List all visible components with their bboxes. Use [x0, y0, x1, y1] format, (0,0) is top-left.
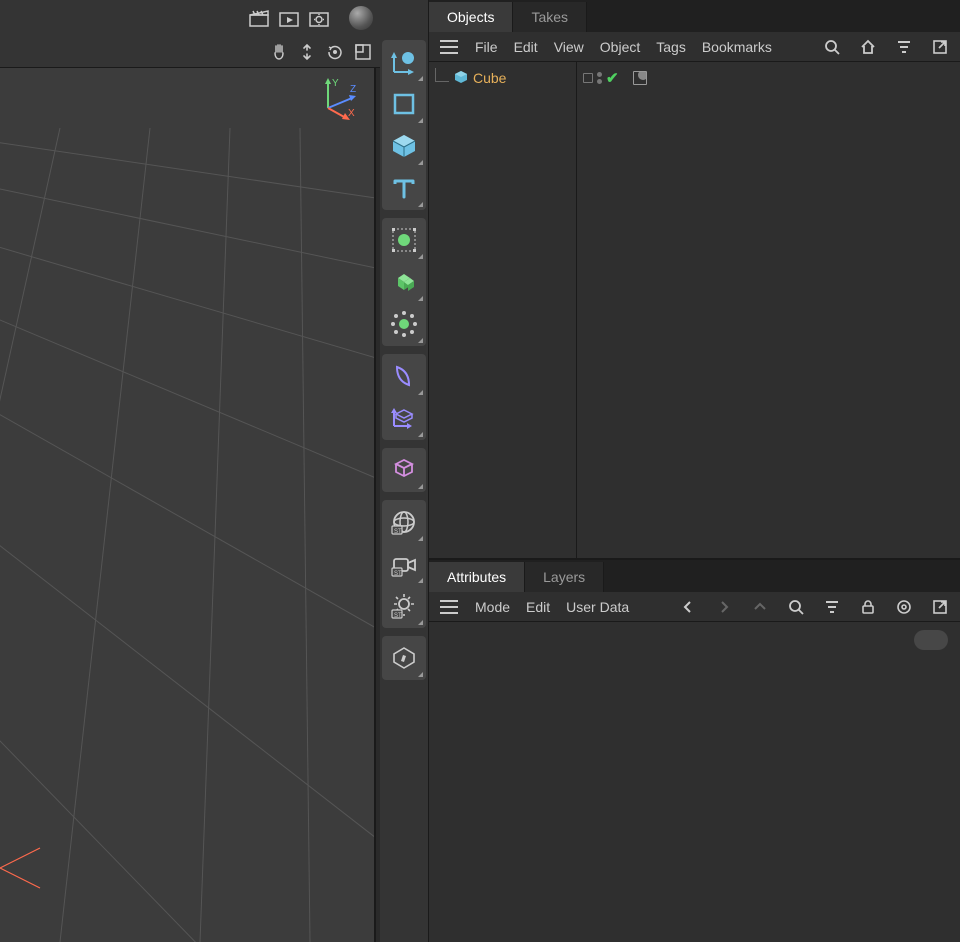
plane-tool[interactable] — [384, 84, 424, 124]
lock-icon[interactable] — [858, 597, 878, 617]
cube-icon — [453, 70, 469, 86]
note-tool[interactable] — [384, 638, 424, 678]
nav-up-icon[interactable] — [750, 597, 770, 617]
hamburger-icon[interactable] — [439, 597, 459, 617]
tab-layers[interactable]: Layers — [525, 562, 604, 592]
attr-search-icon[interactable] — [786, 597, 806, 617]
gear-clapper-icon[interactable] — [306, 5, 332, 31]
palette-group-scene: ST ST ST — [382, 500, 426, 628]
attribute-pill — [914, 630, 948, 650]
field-tool[interactable] — [384, 450, 424, 490]
tab-attributes[interactable]: Attributes — [429, 562, 525, 592]
object-tree[interactable]: Cube ✔ — [429, 62, 960, 558]
light-tool[interactable]: ST — [384, 586, 424, 626]
subdivision-tool[interactable] — [384, 220, 424, 260]
search-icon[interactable] — [822, 37, 842, 57]
camera-tool[interactable]: ST — [384, 544, 424, 584]
play-clapper-icon[interactable] — [276, 5, 302, 31]
svg-text:ST: ST — [394, 571, 402, 577]
palette-group-field — [382, 448, 426, 492]
nav-back-icon[interactable] — [678, 597, 698, 617]
palette-group-gen — [382, 218, 426, 346]
objects-menu-object[interactable]: Object — [600, 39, 640, 55]
nav-forward-icon[interactable] — [714, 597, 734, 617]
cloner-tool[interactable] — [384, 304, 424, 344]
clapper-icon[interactable] — [246, 5, 272, 31]
tree-item-label: Cube — [473, 70, 506, 86]
svg-text:ST: ST — [394, 529, 402, 535]
zoom-icon[interactable] — [296, 41, 318, 63]
tree-row-tags[interactable]: ✔ — [583, 66, 954, 90]
stage-tool[interactable]: ST — [384, 502, 424, 542]
frame-icon[interactable] — [352, 41, 374, 63]
render-sphere-icon[interactable] — [348, 5, 374, 31]
attr-filter-icon[interactable] — [822, 597, 842, 617]
extrude-tool[interactable] — [384, 262, 424, 302]
enable-check-icon[interactable]: ✔ — [606, 69, 619, 87]
popout-icon[interactable] — [930, 37, 950, 57]
tab-takes[interactable]: Takes — [513, 2, 587, 32]
ffd-tool[interactable] — [384, 398, 424, 438]
spline-sphere-tool[interactable] — [384, 42, 424, 82]
orbit-icon[interactable] — [324, 41, 346, 63]
bend-tool[interactable] — [384, 356, 424, 396]
attributes-body — [429, 622, 960, 942]
cube-tool[interactable] — [384, 126, 424, 166]
tab-objects[interactable]: Objects — [429, 2, 513, 32]
phong-tag-icon[interactable] — [633, 71, 647, 85]
objects-menu-bookmarks[interactable]: Bookmarks — [702, 39, 772, 55]
tool-palette: ST ST ST — [380, 36, 428, 942]
target-icon[interactable] — [894, 597, 914, 617]
palette-group-prim — [382, 40, 426, 210]
axis-z-label: Z — [350, 84, 356, 95]
attributes-panel: Attributes Layers Mode Edit User Data — [428, 560, 960, 942]
layer-dot-icon[interactable] — [583, 73, 593, 83]
viewport-3d[interactable]: Y Z X — [0, 68, 376, 942]
palette-group-def — [382, 354, 426, 440]
filter-icon[interactable] — [894, 37, 914, 57]
objects-tab-row: Objects Takes — [429, 0, 960, 32]
attr-popout-icon[interactable] — [930, 597, 950, 617]
pan-icon[interactable] — [268, 41, 290, 63]
viewport-nav-toolbar — [0, 36, 380, 68]
viewport-top-toolbar — [0, 0, 380, 36]
home-icon[interactable] — [858, 37, 878, 57]
tree-row-cube[interactable]: Cube — [431, 66, 574, 90]
axis-gizmo[interactable]: Y Z X — [316, 76, 360, 120]
palette-group-misc — [382, 636, 426, 680]
attr-menu-mode[interactable]: Mode — [475, 599, 510, 615]
attr-menu-userdata[interactable]: User Data — [566, 599, 629, 615]
visibility-dots-icon[interactable] — [597, 72, 602, 84]
svg-text:ST: ST — [394, 613, 402, 619]
objects-menu-tags[interactable]: Tags — [656, 39, 686, 55]
axis-y-label: Y — [332, 78, 339, 89]
attr-menu-edit[interactable]: Edit — [526, 599, 550, 615]
attributes-menu-row: Mode Edit User Data — [429, 592, 960, 622]
text-tool[interactable] — [384, 168, 424, 208]
axis-x-label: X — [348, 108, 355, 119]
attributes-tab-row: Attributes Layers — [429, 560, 960, 592]
hamburger-icon[interactable] — [439, 37, 459, 57]
objects-panel: Objects Takes File Edit View Object Tags… — [428, 0, 960, 560]
objects-menu-view[interactable]: View — [554, 39, 584, 55]
objects-menu-file[interactable]: File — [475, 39, 498, 55]
objects-menu-edit[interactable]: Edit — [514, 39, 538, 55]
objects-menu-row: File Edit View Object Tags Bookmarks — [429, 32, 960, 62]
